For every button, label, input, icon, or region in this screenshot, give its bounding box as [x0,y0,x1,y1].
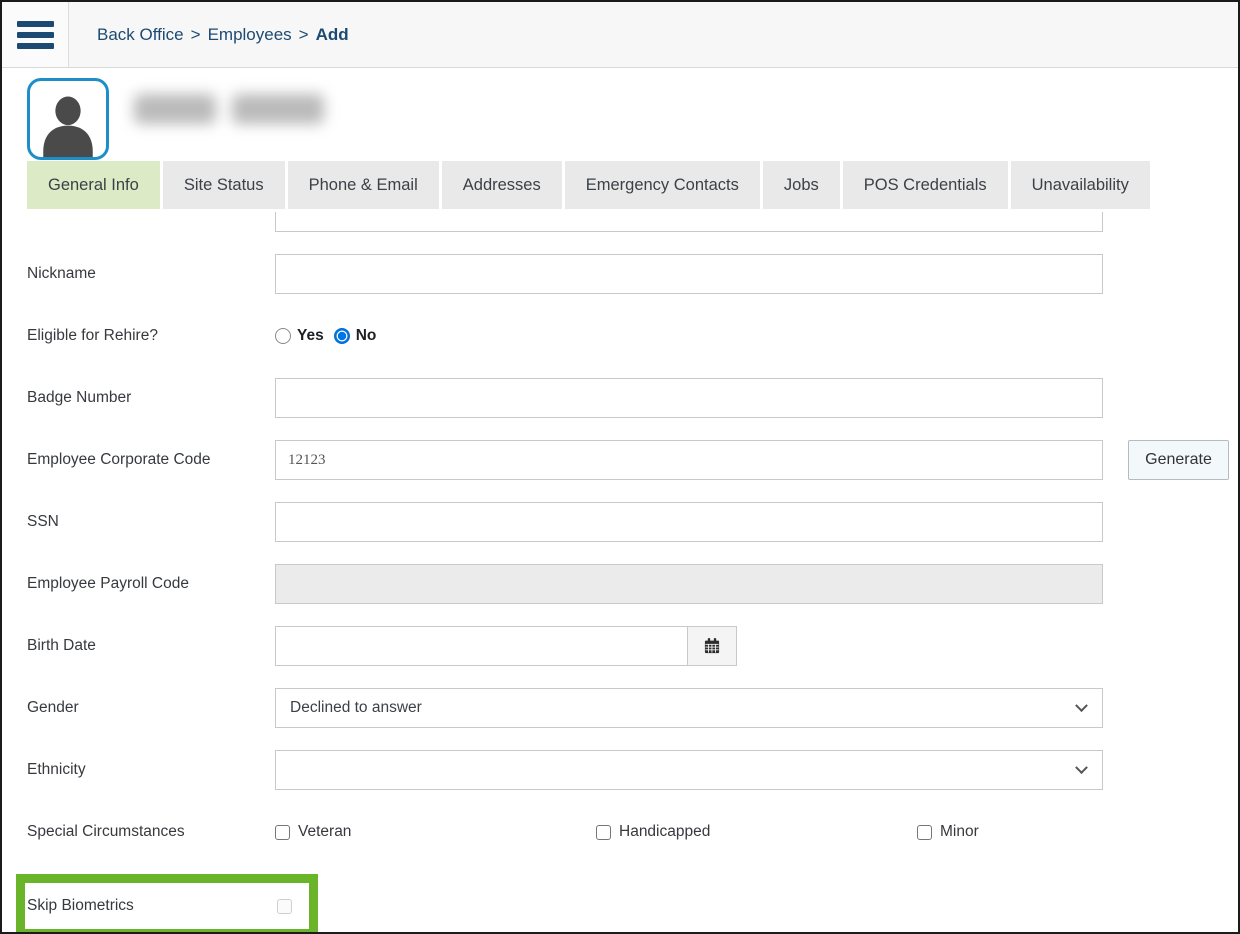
ssn-input[interactable] [275,502,1103,542]
field-row-gender: Gender Declined to answer [27,688,1238,728]
tab-phone-email[interactable]: Phone & Email [288,161,439,209]
skip-biometrics-checkbox [277,899,292,914]
rehire-yes-radio[interactable] [275,328,291,344]
ssn-label: SSN [27,513,275,531]
chevron-down-icon [1075,699,1088,712]
person-icon [35,91,101,157]
hamburger-menu-icon [17,21,54,27]
field-row-special-circumstances: Special Circumstances Veteran Handicappe… [27,812,1238,852]
breadcrumb: Back Office > Employees > Add [69,2,349,67]
nickname-label: Nickname [27,265,275,283]
tab-jobs[interactable]: Jobs [763,161,840,209]
minor-label[interactable]: Minor [940,823,979,841]
veteran-checkbox[interactable] [275,825,290,840]
employee-corporate-code-label: Employee Corporate Code [27,451,275,469]
minor-option: Minor [917,823,1238,841]
calendar-icon [702,636,722,656]
breadcrumb-back-office[interactable]: Back Office [97,25,184,45]
tab-addresses[interactable]: Addresses [442,161,562,209]
breadcrumb-separator: > [299,25,309,45]
breadcrumb-employees[interactable]: Employees [208,25,292,45]
skip-biometrics-label: Skip Biometrics [27,897,277,915]
nickname-input[interactable] [275,254,1103,294]
rehire-radio-group: Yes No [275,327,386,345]
handicapped-label[interactable]: Handicapped [619,823,710,841]
badge-number-label: Badge Number [27,389,275,407]
gender-select[interactable]: Declined to answer [275,688,1103,728]
employee-payroll-code-input [275,564,1103,604]
breadcrumb-current-add: Add [316,25,349,45]
ethnicity-label: Ethnicity [27,761,275,779]
field-row-eligible-for-rehire: Eligible for Rehire? Yes No [27,316,1238,356]
employee-avatar[interactable] [27,78,109,160]
field-row-ssn: SSN [27,502,1238,542]
chevron-down-icon [1075,761,1088,774]
app-window: Back Office > Employees > Add General In… [0,0,1240,934]
field-row-badge-number: Badge Number [27,378,1238,418]
gender-label: Gender [27,699,275,717]
breadcrumb-separator: > [191,25,201,45]
birth-date-label: Birth Date [27,637,275,655]
birth-date-input[interactable] [275,626,688,666]
tab-site-status[interactable]: Site Status [163,161,285,209]
veteran-option: Veteran [275,823,596,841]
minor-checkbox[interactable] [917,825,932,840]
rehire-no-label[interactable]: No [356,327,377,345]
tab-emergency-contacts[interactable]: Emergency Contacts [565,161,760,209]
tab-general-info[interactable]: General Info [27,161,160,209]
employee-name-redacted [134,94,324,124]
employee-payroll-code-label: Employee Payroll Code [27,575,275,593]
handicapped-checkbox[interactable] [596,825,611,840]
field-row-ethnicity: Ethnicity [27,750,1238,790]
gender-selected-value: Declined to answer [290,699,422,717]
general-info-form: Nickname Eligible for Rehire? Yes No Bad… [2,209,1238,934]
field-row-employee-corporate-code: Employee Corporate Code Generate [27,440,1238,480]
tab-unavailability[interactable]: Unavailability [1011,161,1150,209]
badge-number-input[interactable] [275,378,1103,418]
skip-biometrics-highlight: Skip Biometrics [16,874,318,934]
generate-button[interactable]: Generate [1128,440,1229,480]
veteran-label[interactable]: Veteran [298,823,351,841]
rehire-yes-label[interactable]: Yes [297,327,324,345]
tab-pos-credentials[interactable]: POS Credentials [843,161,1008,209]
handicapped-option: Handicapped [596,823,917,841]
top-bar: Back Office > Employees > Add [2,2,1238,68]
employee-corporate-code-input[interactable] [275,440,1103,480]
rehire-no-radio[interactable] [334,328,350,344]
field-row-birth-date: Birth Date [27,626,1238,666]
special-circumstances-label: Special Circumstances [27,823,275,841]
field-row-partial [27,212,1238,232]
field-row-nickname: Nickname [27,254,1238,294]
field-row-employee-payroll-code: Employee Payroll Code [27,564,1238,604]
birth-date-picker-button[interactable] [687,626,737,666]
eligible-for-rehire-label: Eligible for Rehire? [27,327,275,345]
partial-input[interactable] [275,212,1103,232]
tab-strip: General Info Site Status Phone & Email A… [27,161,1238,209]
ethnicity-select[interactable] [275,750,1103,790]
profile-header [2,68,1238,161]
hamburger-menu-button[interactable] [2,2,69,67]
